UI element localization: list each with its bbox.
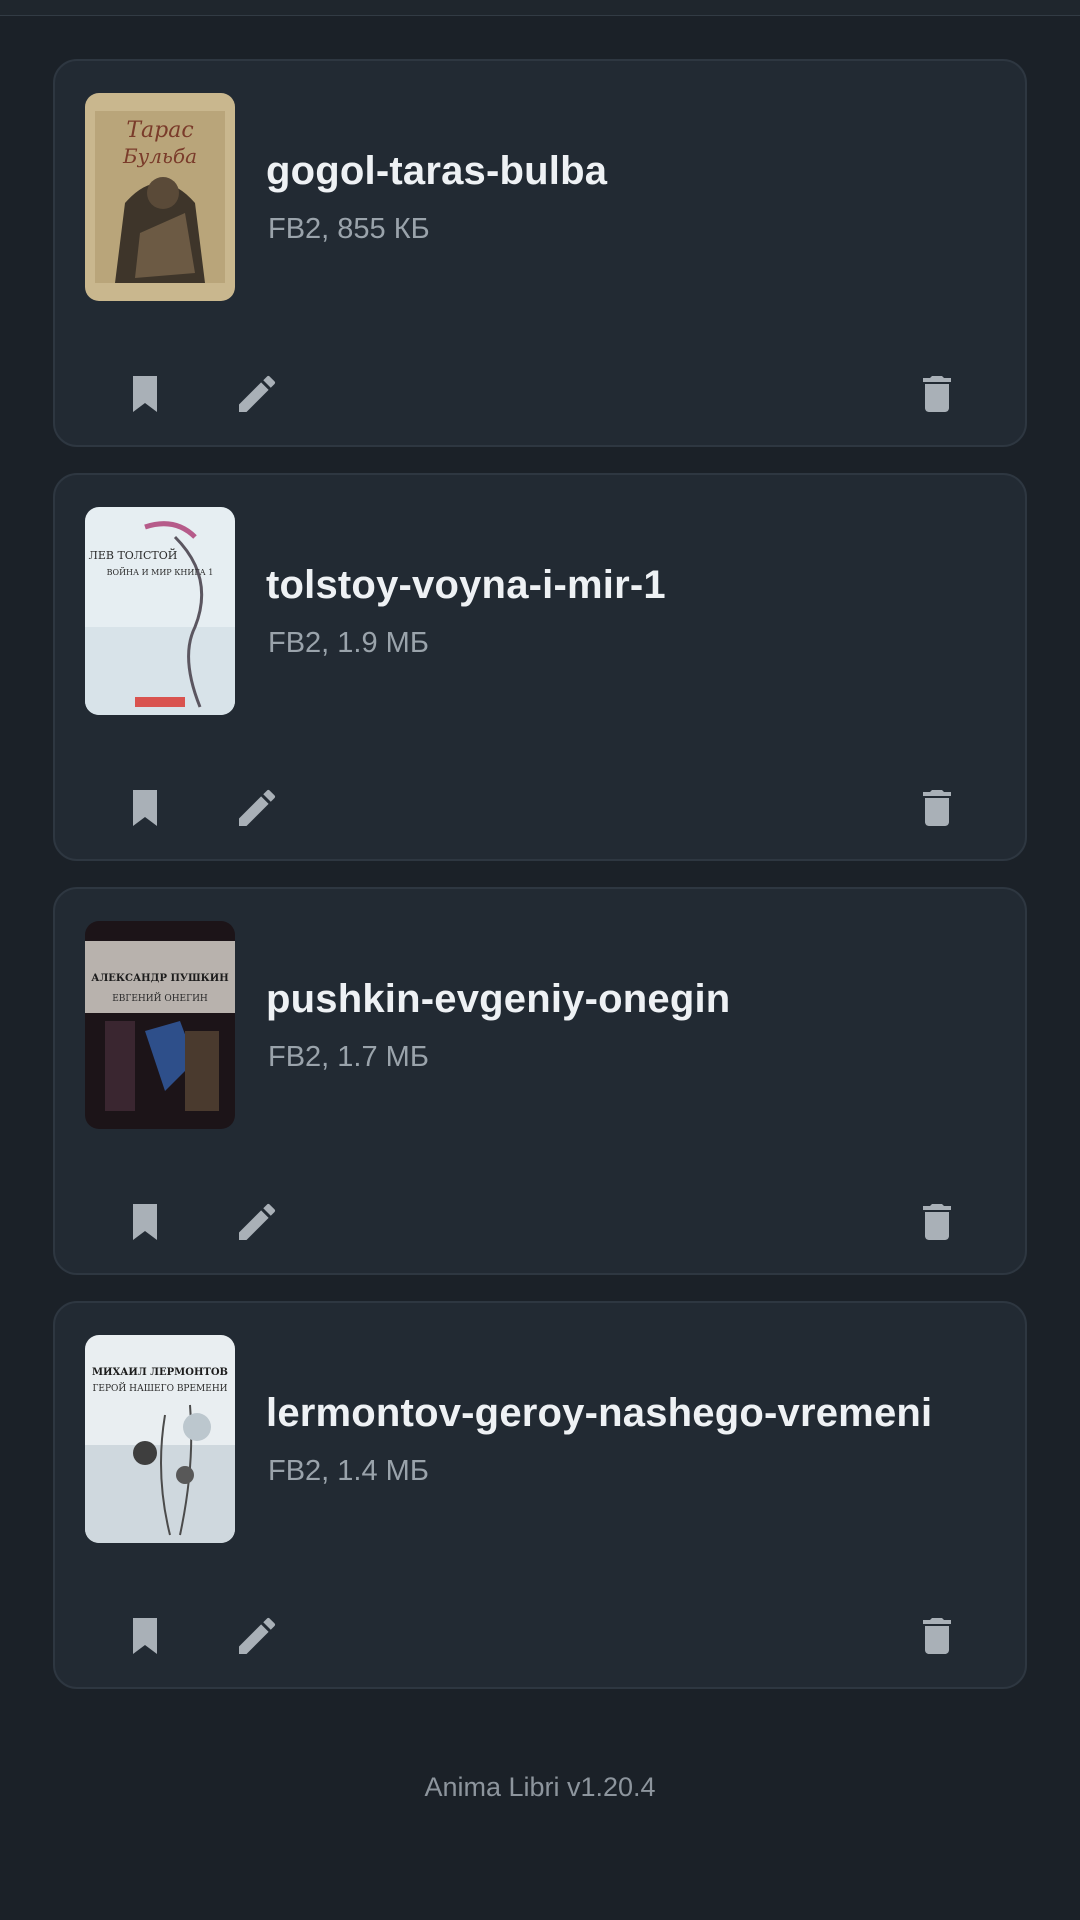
edit-button[interactable] xyxy=(227,778,287,838)
book-meta: FB2, 855 КБ xyxy=(268,213,430,245)
book-meta: FB2, 1.4 МБ xyxy=(268,1455,429,1487)
bookmark-icon xyxy=(133,1204,157,1240)
book-title[interactable]: lermontov-geroy-nashego-vremeni xyxy=(266,1391,932,1436)
cover-text-line: МИХАИЛ ЛЕРМОНТОВ xyxy=(92,1367,228,1378)
bookmark-button[interactable] xyxy=(115,1606,175,1666)
cover-tolstoy-image: ЛЕВ ТОЛСТОЙ ВОЙНА И МИР КНИГА 1 xyxy=(85,507,235,715)
pencil-icon xyxy=(239,789,276,826)
trash-icon xyxy=(923,1618,951,1654)
bookmark-button[interactable] xyxy=(115,1192,175,1252)
book-title[interactable]: gogol-taras-bulba xyxy=(266,149,607,194)
cover-text-line: ЛЕВ ТОЛСТОЙ xyxy=(89,548,178,562)
app-version: Anima Libri v1.20.4 xyxy=(424,1772,656,1802)
cover-text-line: ГЕРОЙ НАШЕГО ВРЕМЕНИ xyxy=(92,1382,227,1394)
book-cover[interactable]: ЛЕВ ТОЛСТОЙ ВОЙНА И МИР КНИГА 1 xyxy=(85,507,235,715)
book-meta: FB2, 1.9 МБ xyxy=(268,627,429,659)
top-app-bar-edge xyxy=(0,0,1080,16)
bookmark-icon xyxy=(133,376,157,412)
book-card[interactable]: ЛЕВ ТОЛСТОЙ ВОЙНА И МИР КНИГА 1 tolstoy-… xyxy=(53,473,1027,861)
book-card[interactable]: Тарас Бульба gogol-taras-bulba FB2, 855 … xyxy=(53,59,1027,447)
book-list: Тарас Бульба gogol-taras-bulba FB2, 855 … xyxy=(53,59,1027,1715)
book-cover[interactable]: Тарас Бульба xyxy=(85,93,235,301)
book-title[interactable]: pushkin-evgeniy-onegin xyxy=(266,977,730,1022)
cover-pushkin-image: АЛЕКСАНДР ПУШКИН ЕВГЕНИЙ ОНЕГИН xyxy=(85,921,235,1129)
edit-button[interactable] xyxy=(227,364,287,424)
trash-icon xyxy=(923,790,951,826)
cover-text-line: ВОЙНА И МИР КНИГА 1 xyxy=(107,568,214,577)
edit-button[interactable] xyxy=(227,1606,287,1666)
book-cover[interactable]: МИХАИЛ ЛЕРМОНТОВ ГЕРОЙ НАШЕГО ВРЕМЕНИ xyxy=(85,1335,235,1543)
bookmark-icon xyxy=(133,790,157,826)
trash-icon xyxy=(923,376,951,412)
bookmark-button[interactable] xyxy=(115,364,175,424)
pencil-icon xyxy=(239,375,276,412)
book-cover[interactable]: АЛЕКСАНДР ПУШКИН ЕВГЕНИЙ ОНЕГИН xyxy=(85,921,235,1129)
bookmark-button[interactable] xyxy=(115,778,175,838)
cover-text-line: Тарас xyxy=(126,118,193,143)
cover-text-line: Бульба xyxy=(122,144,197,168)
cover-lermontov-image: МИХАИЛ ЛЕРМОНТОВ ГЕРОЙ НАШЕГО ВРЕМЕНИ xyxy=(85,1335,235,1543)
cover-gogol-image: Тарас Бульба xyxy=(85,93,235,301)
book-title[interactable]: tolstoy-voyna-i-mir-1 xyxy=(266,563,666,608)
book-card[interactable]: МИХАИЛ ЛЕРМОНТОВ ГЕРОЙ НАШЕГО ВРЕМЕНИ le… xyxy=(53,1301,1027,1689)
cover-text-line: АЛЕКСАНДР ПУШКИН xyxy=(91,973,228,984)
delete-button[interactable] xyxy=(907,364,967,424)
edit-button[interactable] xyxy=(227,1192,287,1252)
book-meta: FB2, 1.7 МБ xyxy=(268,1041,429,1073)
book-card[interactable]: АЛЕКСАНДР ПУШКИН ЕВГЕНИЙ ОНЕГИН pushkin-… xyxy=(53,887,1027,1275)
delete-button[interactable] xyxy=(907,1192,967,1252)
bookmark-icon xyxy=(133,1618,157,1654)
delete-button[interactable] xyxy=(907,1606,967,1666)
pencil-icon xyxy=(239,1203,276,1240)
trash-icon xyxy=(923,1204,951,1240)
pencil-icon xyxy=(239,1617,276,1654)
delete-button[interactable] xyxy=(907,778,967,838)
cover-text-line: ЕВГЕНИЙ ОНЕГИН xyxy=(112,992,208,1004)
